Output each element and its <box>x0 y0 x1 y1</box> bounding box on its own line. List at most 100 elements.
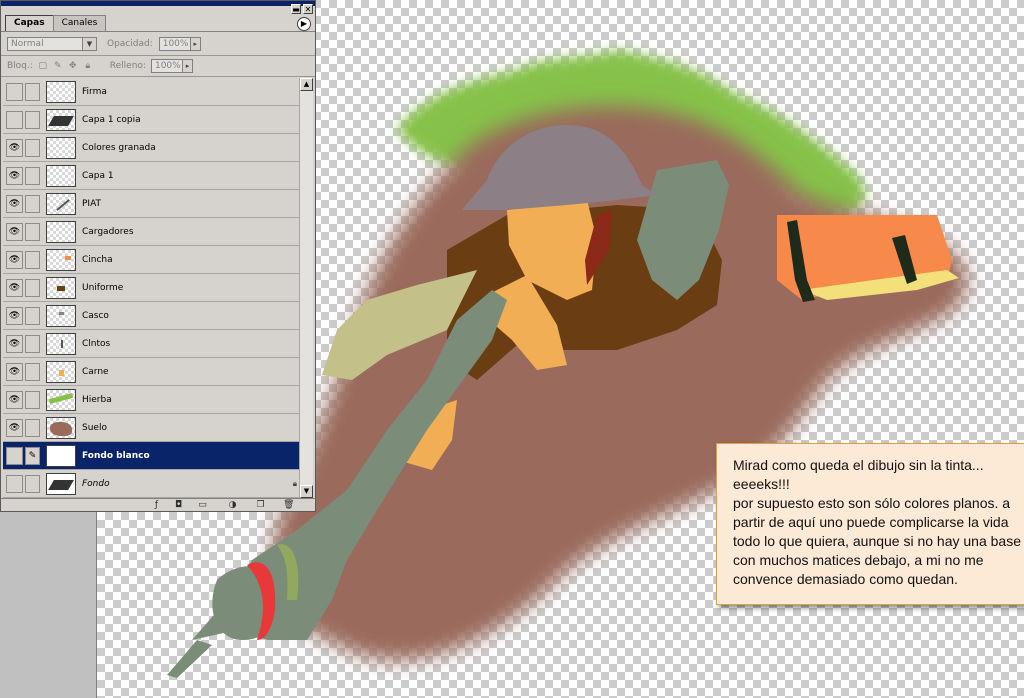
layer-row[interactable]: 👁︎ Uniforme <box>3 274 299 302</box>
layer-name: Casco <box>82 310 109 321</box>
chevron-right-icon[interactable]: ▸ <box>189 38 200 50</box>
layer-name: Carne <box>82 366 109 377</box>
visibility-toggle[interactable] <box>6 82 23 101</box>
layer-row[interactable]: Firma <box>3 78 299 106</box>
lock-transparency-icon[interactable]: ▢ <box>38 61 48 71</box>
eye-icon[interactable]: 👁︎ <box>6 222 23 241</box>
visibility-toggle[interactable] <box>6 474 23 493</box>
layer-row[interactable]: 👁︎ Casco <box>3 302 299 330</box>
fill-field[interactable]: 100% ▸ <box>150 59 193 73</box>
layer-row[interactable]: Capa 1 copia <box>3 106 299 134</box>
layer-list: Firma Capa 1 copia 👁︎ Colores granada 👁︎… <box>3 78 299 498</box>
link-toggle[interactable] <box>25 222 40 241</box>
adjustment-layer-icon[interactable]: ◑ <box>227 500 238 511</box>
eye-icon[interactable]: 👁︎ <box>6 306 23 325</box>
layer-row[interactable]: 👁︎ PIAT <box>3 190 299 218</box>
new-group-icon[interactable]: ▭ <box>197 500 208 511</box>
eye-icon[interactable]: 👁︎ <box>6 418 23 437</box>
layer-name: PIAT <box>82 198 102 209</box>
opacity-field[interactable]: 100% ▸ <box>158 37 201 51</box>
link-toggle[interactable] <box>25 390 40 409</box>
fill-value: 100% <box>154 61 181 71</box>
link-toggle[interactable] <box>25 474 40 493</box>
layer-thumbnail <box>46 416 76 439</box>
link-toggle[interactable] <box>25 418 40 437</box>
link-toggle[interactable] <box>25 362 40 381</box>
close-icon[interactable]: ✕ <box>303 4 313 14</box>
layer-name: Uniforme <box>82 282 124 293</box>
lock-all-icon[interactable]: 🔒︎ <box>83 61 93 71</box>
layer-thumbnail <box>46 332 76 355</box>
layer-name: Fondo blanco <box>82 450 150 461</box>
link-toggle[interactable] <box>25 306 40 325</box>
tab-channels[interactable]: Canales <box>52 15 107 31</box>
layer-name: Capa 1 <box>82 170 114 181</box>
layer-mask-icon[interactable]: ◘ <box>173 500 184 511</box>
tab-divider <box>1 31 315 32</box>
layer-row[interactable]: 👁︎ Clntos <box>3 330 299 358</box>
layer-row[interactable]: 👁︎ Suelo <box>3 414 299 442</box>
eye-icon[interactable]: 👁︎ <box>6 278 23 297</box>
scroll-down-icon[interactable]: ▼ <box>300 485 313 498</box>
link-toggle[interactable] <box>25 82 40 101</box>
new-layer-icon[interactable]: ❐ <box>255 500 266 511</box>
lock-label: Bloq.: <box>7 61 33 71</box>
link-toggle[interactable] <box>25 138 40 157</box>
panel-menu-arrow-icon[interactable]: ▶ <box>297 17 311 31</box>
layer-row[interactable]: 👁︎ Hierba <box>3 386 299 414</box>
layer-thumbnail <box>46 80 76 103</box>
link-toggle[interactable] <box>25 334 40 353</box>
layer-name: Hierba <box>82 394 112 405</box>
eye-icon[interactable]: 👁︎ <box>6 194 23 213</box>
eye-icon[interactable]: 👁︎ <box>6 166 23 185</box>
layers-panel: ▬ ✕ Capas Canales ▶ Normal ▼ Opacidad: 1… <box>0 0 316 512</box>
visibility-toggle[interactable] <box>6 110 23 129</box>
lock-brush-icon[interactable]: ✎ <box>53 61 63 71</box>
layer-row[interactable]: Fondo 🔒︎ <box>3 470 299 498</box>
chevron-down-icon[interactable]: ▼ <box>82 38 96 50</box>
layer-thumbnail <box>46 388 76 411</box>
lock-move-icon[interactable]: ✥ <box>68 61 78 71</box>
panel-title-bar[interactable] <box>1 1 315 6</box>
eye-icon[interactable]: 👁︎ <box>6 334 23 353</box>
eye-icon[interactable]: 👁︎ <box>6 362 23 381</box>
layer-thumbnail <box>46 164 76 187</box>
layer-row[interactable]: 👁︎ Cargadores <box>3 218 299 246</box>
layer-row[interactable]: 👁︎ Cincha <box>3 246 299 274</box>
panel-separator <box>1 55 315 56</box>
layer-name: Suelo <box>82 422 107 433</box>
tab-layers[interactable]: Capas <box>5 15 54 31</box>
annotation-note-box: Mirad como queda el dibujo sin la tinta.… <box>716 443 1024 605</box>
eye-icon[interactable]: 👁︎ <box>6 250 23 269</box>
layer-list-scrollbar[interactable]: ▲ ▼ <box>299 78 313 498</box>
minimize-icon[interactable]: ▬ <box>291 4 301 14</box>
layer-thumbnail <box>46 136 76 159</box>
note-line-2: eeeeks!!! <box>733 476 790 492</box>
visibility-toggle[interactable] <box>6 446 23 465</box>
chevron-right-icon[interactable]: ▸ <box>181 60 192 72</box>
link-toggle[interactable] <box>25 278 40 297</box>
panel-tabs: Capas Canales <box>5 15 107 31</box>
link-toggle[interactable] <box>25 194 40 213</box>
opacity-label: Opacidad: <box>107 39 153 49</box>
link-toggle[interactable] <box>25 110 40 129</box>
layer-row[interactable]: 👁︎ Capa 1 <box>3 162 299 190</box>
brush-icon[interactable]: ✎ <box>25 446 40 465</box>
layer-thumbnail <box>46 444 76 467</box>
layer-row[interactable]: ✎ Fondo blanco <box>3 442 299 470</box>
link-toggle[interactable] <box>25 166 40 185</box>
lock-row: Bloq.: ▢ ✎ ✥ 🔒︎ Relleno: 100% ▸ <box>7 59 307 73</box>
layer-row[interactable]: 👁︎ Colores granada <box>3 134 299 162</box>
link-toggle[interactable] <box>25 250 40 269</box>
layer-thumbnail <box>46 304 76 327</box>
blend-mode-select[interactable]: Normal ▼ <box>7 37 97 51</box>
eye-icon[interactable]: 👁︎ <box>6 138 23 157</box>
layer-thumbnail <box>46 108 76 131</box>
layer-style-icon[interactable]: ƒ <box>151 500 162 511</box>
layer-name: Capa 1 copia <box>82 114 141 125</box>
scroll-up-icon[interactable]: ▲ <box>300 78 313 91</box>
layer-row[interactable]: 👁︎ Carne <box>3 358 299 386</box>
layer-actions-toolbar: ƒ ◘ ▭ ◑ ❐ 🗑︎ <box>1 498 315 512</box>
eye-icon[interactable]: 👁︎ <box>6 390 23 409</box>
trash-icon[interactable]: 🗑︎ <box>283 500 294 511</box>
